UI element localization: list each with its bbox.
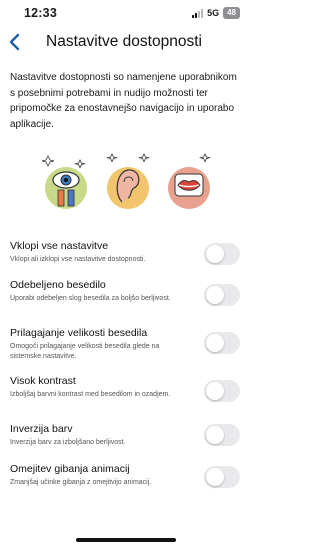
setting-description: Inverzija barv za izboljšano berljivost. (10, 439, 126, 446)
mouth-illustration (163, 150, 215, 210)
toggle-enable-all[interactable] (204, 243, 240, 265)
status-time: 12:33 (24, 6, 57, 20)
setting-description: Vklopi ali izklopi vse nastavitve dostop… (10, 256, 146, 263)
setting-reduce-motion: Omejitev gibanja animacij Zmanjšaj učink… (10, 462, 242, 488)
setting-description: Uporabi odebeljen slog besedila za boljš… (10, 295, 171, 302)
ear-illustration (102, 150, 154, 210)
page-title: Nastavitve dostopnosti (46, 33, 202, 50)
setting-high-contrast: Visok kontrast Izboljšaj barvni kontrast… (10, 374, 242, 402)
toggle-invert-colors[interactable] (204, 424, 240, 446)
signal-icon (192, 8, 204, 18)
setting-description: Zmanjšaj učinke gibanja z omejitvijo ani… (10, 479, 152, 486)
header: Nastavitve dostopnosti (0, 28, 252, 58)
toggle-knob (206, 382, 224, 400)
intro-text: Nastavitve dostopnosti so namenjene upor… (10, 72, 237, 130)
back-button[interactable] (4, 31, 26, 53)
home-indicator (76, 538, 176, 542)
status-indicators: 5G 48 (192, 7, 240, 19)
toggle-reduce-motion[interactable] (204, 466, 240, 488)
toggle-text-size[interactable] (204, 332, 240, 354)
toggle-knob (206, 245, 224, 263)
toggle-knob (206, 468, 224, 486)
battery-icon: 48 (223, 7, 240, 19)
setting-enable-all: Vklopi vse nastavitve Vklopi ali izklopi… (10, 239, 242, 265)
toggle-high-contrast[interactable] (204, 380, 240, 402)
setting-description: Omogoči prilagajanje velikosti besedila … (10, 343, 160, 360)
chevron-left-icon (9, 33, 20, 51)
setting-description: Izboljšaj barvni kontrast med besedilom … (10, 391, 171, 398)
status-bar: 12:33 5G 48 (0, 0, 252, 26)
setting-invert-colors: Inverzija barv Inverzija barv za izboljš… (10, 422, 242, 448)
eye-illustration (40, 150, 92, 210)
setting-text-size: Prilagajanje velikosti besedila Omogoči … (10, 326, 242, 362)
setting-bold-text: Odebeljeno besedilo Uporabi odebeljen sl… (10, 278, 242, 306)
toggle-knob (206, 286, 224, 304)
network-label: 5G (207, 8, 220, 18)
toggle-knob (206, 426, 224, 444)
toggle-knob (206, 334, 224, 352)
illustrations (40, 150, 215, 210)
toggle-bold-text[interactable] (204, 284, 240, 306)
